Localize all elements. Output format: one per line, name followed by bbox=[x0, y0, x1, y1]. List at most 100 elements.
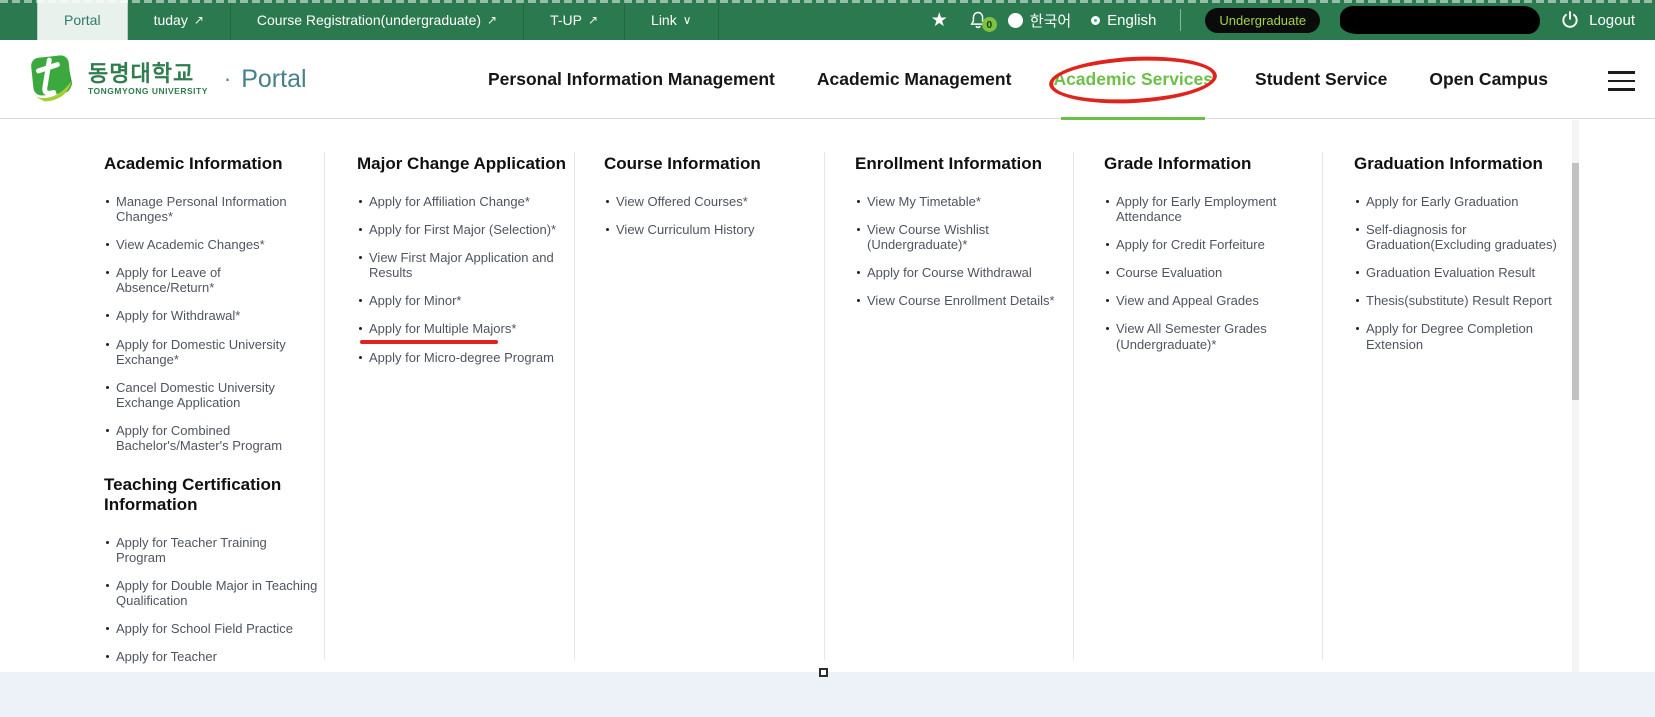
tongmyong-logo-icon bbox=[25, 52, 79, 106]
university-logo[interactable]: 동명대학교 TONGMYONG UNIVERSITY · Portal bbox=[25, 52, 307, 106]
role-badge: Undergraduate bbox=[1205, 8, 1320, 33]
mega-menu-columns: Academic Information Manage Personal Info… bbox=[0, 120, 1655, 672]
university-name-korean: 동명대학교 bbox=[88, 62, 208, 86]
portal-wordmark: · Portal bbox=[224, 65, 307, 94]
radio-unselected-icon bbox=[1008, 13, 1023, 28]
menu-item-thesis-substitute-result-report[interactable]: Thesis(substitute) Result Report bbox=[1354, 293, 1569, 308]
menu-item-apply-for-early-employment-attendance[interactable]: Apply for Early Employment Attendance bbox=[1104, 194, 1319, 224]
menu-item-view-my-timetable[interactable]: View My Timetable* bbox=[855, 194, 1070, 209]
notifications-button[interactable]: 0 bbox=[968, 9, 988, 31]
menu-column-2: Major Change ApplicationApply for Affili… bbox=[357, 154, 572, 378]
menu-item-apply-for-double-major-in-teaching-qualification[interactable]: Apply for Double Major in Teaching Quali… bbox=[104, 578, 319, 608]
language-option-english[interactable]: English bbox=[1091, 12, 1156, 29]
menu-item-apply-for-combined-bachelor-s-master-s-program[interactable]: Apply for Combined Bachelor's/Master's P… bbox=[104, 423, 319, 453]
notification-count-badge: 0 bbox=[982, 17, 997, 32]
menu-item-apply-for-degree-completion-extension[interactable]: Apply for Degree Completion Extension bbox=[1354, 321, 1569, 351]
menu-item-apply-for-domestic-university-exchange[interactable]: Apply for Domestic University Exchange* bbox=[104, 337, 319, 367]
menu-item-apply-for-multiple-majors[interactable]: Apply for Multiple Majors* bbox=[357, 321, 572, 336]
university-name-english: TONGMYONG UNIVERSITY bbox=[88, 86, 208, 96]
menu-column-5: Grade InformationApply for Early Employm… bbox=[1104, 154, 1319, 365]
menu-item-course-evaluation[interactable]: Course Evaluation bbox=[1104, 265, 1319, 280]
nav-item-personal-information-management[interactable]: Personal Information Management bbox=[488, 40, 775, 119]
main-navigation: Personal Information Management Academic … bbox=[488, 40, 1548, 119]
menu-item-view-offered-courses[interactable]: View Offered Courses* bbox=[604, 194, 819, 209]
nav-item-open-campus[interactable]: Open Campus bbox=[1429, 40, 1548, 119]
topbar-tab-link[interactable]: Link∨ bbox=[625, 0, 718, 40]
topbar-tab-tuday[interactable]: tuday↗ bbox=[128, 0, 231, 40]
menu-item-cancel-domestic-university-exchange-application[interactable]: Cancel Domestic University Exchange Appl… bbox=[104, 380, 319, 410]
menu-item-manage-personal-information-changes[interactable]: Manage Personal Information Changes* bbox=[104, 194, 319, 224]
page-bottom-marker-icon bbox=[819, 668, 828, 677]
menu-list: Manage Personal Information Changes* View… bbox=[104, 194, 319, 453]
tab-label: Link bbox=[651, 12, 677, 28]
menu-section-academic-information: Academic InformationManage Personal Info… bbox=[104, 154, 319, 453]
menu-item-apply-for-school-field-practice[interactable]: Apply for School Field Practice bbox=[104, 621, 319, 636]
menu-item-apply-for-first-major-selection[interactable]: Apply for First Major (Selection)* bbox=[357, 222, 572, 237]
menu-list: Apply for Early Employment Attendance App… bbox=[1104, 194, 1319, 352]
nav-item-label: Personal Information Management bbox=[488, 69, 775, 90]
power-icon bbox=[1560, 10, 1580, 30]
brand-text: 동명대학교 TONGMYONG UNIVERSITY bbox=[88, 62, 208, 96]
menu-item-apply-for-credit-forfeiture[interactable]: Apply for Credit Forfeiture bbox=[1104, 237, 1319, 252]
menu-item-view-academic-changes[interactable]: View Academic Changes* bbox=[104, 237, 319, 252]
menu-item-graduation-evaluation-result[interactable]: Graduation Evaluation Result bbox=[1354, 265, 1569, 280]
language-option-korean[interactable]: 한국어 bbox=[1008, 10, 1071, 31]
menu-section-title: Grade Information bbox=[1104, 154, 1336, 174]
footer-strip bbox=[0, 672, 1655, 717]
menu-section-title: Teaching Certification Information bbox=[104, 475, 336, 515]
menu-item-view-all-semester-grades-undergraduate[interactable]: View All Semester Grades (Undergraduate)… bbox=[1104, 321, 1319, 351]
topbar-tabs: Portal tuday↗Course Registration(undergra… bbox=[37, 0, 719, 40]
topbar-tab-course-registration-undergraduate[interactable]: Course Registration(undergraduate)↗ bbox=[231, 0, 524, 40]
topbar-tab-t-up[interactable]: T-UP↗ bbox=[524, 0, 625, 40]
hamburger-menu-icon[interactable] bbox=[1608, 71, 1635, 91]
tab-label: tuday bbox=[154, 12, 188, 28]
menu-item-view-and-appeal-grades[interactable]: View and Appeal Grades bbox=[1104, 293, 1319, 308]
menu-item-apply-for-teacher-training-program[interactable]: Apply for Teacher Training Program bbox=[104, 535, 319, 565]
menu-item-apply-for-minor[interactable]: Apply for Minor* bbox=[357, 293, 572, 308]
menu-item-apply-for-micro-degree-program[interactable]: Apply for Micro-degree Program bbox=[357, 350, 572, 365]
menu-column-1: Academic InformationManage Personal Info… bbox=[104, 154, 319, 672]
menu-list: Apply for Early Graduation Self-diagnosis… bbox=[1354, 194, 1569, 352]
radio-selected-icon bbox=[1091, 16, 1100, 25]
menu-section-grade-information: Grade InformationApply for Early Employm… bbox=[1104, 154, 1319, 352]
topbar-actions: 0 한국어 English Undergraduate Logout bbox=[931, 0, 1655, 40]
menu-column-6: Graduation InformationApply for Early Gr… bbox=[1354, 154, 1569, 365]
nav-item-academic-management[interactable]: Academic Management bbox=[817, 40, 1012, 119]
nav-item-student-service[interactable]: Student Service bbox=[1255, 40, 1387, 119]
header: 동명대학교 TONGMYONG UNIVERSITY · Portal Pers… bbox=[0, 40, 1655, 119]
page-scrollbar-thumb[interactable] bbox=[1572, 163, 1579, 400]
nav-item-label: Academic Services bbox=[1053, 69, 1213, 90]
menu-item-view-first-major-application-and-results[interactable]: View First Major Application and Results bbox=[357, 250, 572, 280]
menu-item-apply-for-withdrawal[interactable]: Apply for Withdrawal* bbox=[104, 308, 319, 323]
topbar: Portal tuday↗Course Registration(undergra… bbox=[0, 0, 1655, 40]
academic-services-mega-menu: Academic Information Manage Personal Info… bbox=[0, 120, 1655, 672]
menu-item-view-curriculum-history[interactable]: View Curriculum History bbox=[604, 222, 819, 237]
menu-section-title: Course Information bbox=[604, 154, 836, 174]
nav-item-label: Academic Management bbox=[817, 69, 1012, 90]
logout-label: Logout bbox=[1589, 12, 1635, 29]
nav-item-academic-services[interactable]: Academic Services bbox=[1053, 40, 1213, 119]
menu-section-title: Graduation Information bbox=[1354, 154, 1586, 174]
tab-label: Portal bbox=[64, 12, 101, 28]
menu-list: View Offered Courses* View Curriculum His… bbox=[604, 194, 819, 237]
menu-item-view-course-wishlist-undergraduate[interactable]: View Course Wishlist (Undergraduate)* bbox=[855, 222, 1070, 252]
topbar-tab-portal[interactable]: Portal bbox=[37, 0, 128, 40]
menu-item-apply-for-teacher[interactable]: Apply for Teacher bbox=[104, 649, 319, 664]
menu-item-view-course-enrollment-details[interactable]: View Course Enrollment Details* bbox=[855, 293, 1070, 308]
nav-item-label: Open Campus bbox=[1429, 69, 1548, 90]
user-name-redacted[interactable] bbox=[1340, 6, 1540, 34]
nav-item-label: Student Service bbox=[1255, 69, 1387, 90]
favorites-star-icon[interactable] bbox=[931, 11, 948, 30]
menu-item-apply-for-early-graduation[interactable]: Apply for Early Graduation bbox=[1354, 194, 1569, 209]
menu-item-apply-for-leave-of-absence-return[interactable]: Apply for Leave of Absence/Return* bbox=[104, 265, 319, 295]
language-korean-label: 한국어 bbox=[1030, 10, 1071, 31]
menu-item-apply-for-course-withdrawal[interactable]: Apply for Course Withdrawal bbox=[855, 265, 1070, 280]
menu-item-self-diagnosis-for-graduation-excluding-graduates[interactable]: Self-diagnosis for Graduation(Excluding … bbox=[1354, 222, 1569, 252]
portal-label: Portal bbox=[241, 65, 306, 94]
logout-button[interactable]: Logout bbox=[1560, 10, 1635, 30]
menu-item-apply-for-affiliation-change[interactable]: Apply for Affiliation Change* bbox=[357, 194, 572, 209]
menu-list: Apply for Affiliation Change* Apply for F… bbox=[357, 194, 572, 365]
menu-section-title: Academic Information bbox=[104, 154, 336, 174]
menu-section-title: Major Change Application bbox=[357, 154, 589, 174]
language-english-label: English bbox=[1107, 12, 1156, 29]
